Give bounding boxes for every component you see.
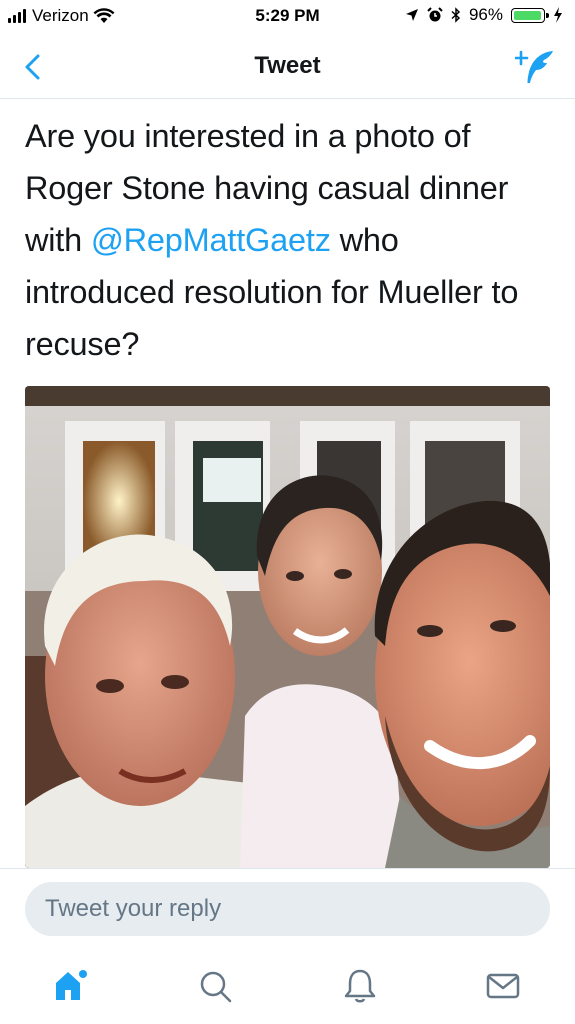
reply-bar bbox=[0, 868, 575, 953]
compose-tweet-button[interactable] bbox=[513, 48, 555, 86]
alarm-icon bbox=[427, 7, 443, 22]
battery-fill bbox=[514, 10, 541, 20]
status-right: 96% bbox=[405, 5, 563, 25]
notifications-icon bbox=[344, 969, 376, 1003]
tab-notifications[interactable] bbox=[338, 964, 382, 1008]
photo-media bbox=[25, 386, 550, 868]
battery-icon bbox=[511, 7, 549, 23]
compose-tweet-icon bbox=[513, 50, 553, 83]
location-icon bbox=[405, 9, 418, 21]
status-bar: Verizon 5:29 PM 96% bbox=[0, 0, 575, 36]
messages-icon bbox=[486, 973, 520, 999]
tab-messages[interactable] bbox=[481, 964, 525, 1008]
reply-input[interactable] bbox=[25, 882, 550, 936]
tweet-text: Are you interested in a photo of Roger S… bbox=[25, 110, 555, 370]
mention-link[interactable]: @RepMattGaetz bbox=[91, 222, 331, 258]
tab-search[interactable] bbox=[193, 964, 237, 1008]
tweet-photo[interactable] bbox=[25, 386, 550, 868]
battery-percent: 96% bbox=[468, 5, 503, 24]
tab-bar bbox=[0, 952, 575, 1024]
nav-bar: Tweet bbox=[0, 36, 575, 99]
charging-icon bbox=[554, 7, 562, 23]
search-icon bbox=[200, 971, 232, 1003]
tab-home[interactable] bbox=[48, 964, 92, 1008]
home-icon bbox=[56, 970, 87, 1000]
bluetooth-icon bbox=[451, 7, 461, 23]
page-title: Tweet bbox=[254, 52, 321, 79]
